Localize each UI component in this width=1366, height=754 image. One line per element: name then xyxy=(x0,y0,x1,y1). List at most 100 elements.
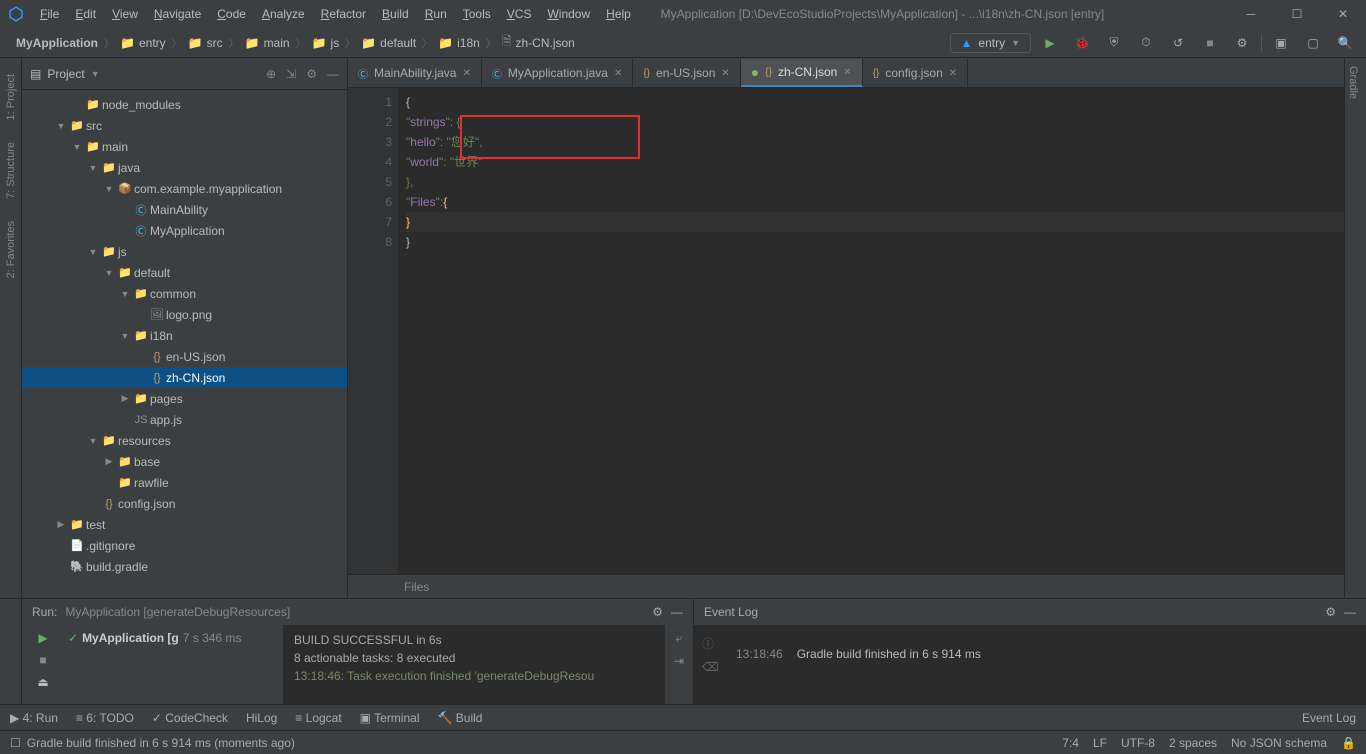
tree-node[interactable]: 🖼logo.png xyxy=(22,304,347,325)
logcat-tab[interactable]: ≡ Logcat xyxy=(295,711,341,725)
rerun-icon[interactable]: ▶ xyxy=(38,631,47,645)
side-tab-project[interactable]: 1: Project xyxy=(3,68,19,126)
profile-button[interactable]: ⏱ xyxy=(1133,31,1159,55)
soft-wrap-icon[interactable]: ⤶ xyxy=(676,631,683,646)
editor-breadcrumb[interactable]: Files xyxy=(348,574,1344,598)
tree-node[interactable]: ▶📁pages xyxy=(22,388,347,409)
event-log-tab[interactable]: Event Log xyxy=(1302,711,1356,725)
menu-file[interactable]: File xyxy=(34,5,65,23)
stop-button[interactable]: ■ xyxy=(1197,31,1223,55)
locate-icon[interactable]: ⊕ xyxy=(266,67,276,81)
hide-panel-icon[interactable]: — xyxy=(1344,605,1356,619)
terminal-tab[interactable]: ▣ Terminal xyxy=(360,711,420,725)
cursor-position[interactable]: 7:4 xyxy=(1062,736,1079,750)
stop-icon[interactable]: ■ xyxy=(39,653,46,667)
project-tree[interactable]: 📁node_modules▼📁src▼📁main▼📁java▼📦com.exam… xyxy=(22,90,347,598)
run-button[interactable]: ▶ xyxy=(1037,31,1063,55)
preview-icon[interactable]: ▢ xyxy=(1300,31,1326,55)
menu-build[interactable]: Build xyxy=(376,5,415,23)
minimize-button[interactable]: ─ xyxy=(1228,0,1274,28)
run-config-selector[interactable]: ▲ entry ▼ xyxy=(950,33,1032,53)
gear-icon[interactable]: ⚙ xyxy=(1325,605,1336,619)
tree-node[interactable]: {}en-US.json xyxy=(22,346,347,367)
scroll-icon[interactable]: ⇥ xyxy=(674,654,684,668)
tree-node[interactable]: {}zh-CN.json xyxy=(22,367,347,388)
attach-button[interactable]: ↺ xyxy=(1165,31,1191,55)
breadcrumb-item[interactable]: 📁default xyxy=(357,34,420,52)
tree-node[interactable]: {}config.json xyxy=(22,493,347,514)
tree-node[interactable]: ▼📁common xyxy=(22,283,347,304)
tree-node[interactable]: 📁node_modules xyxy=(22,94,347,115)
code-content[interactable]: { "strings": { "hello": "您好", "world": "… xyxy=(398,88,1344,574)
close-tab-icon[interactable]: ✕ xyxy=(614,68,622,79)
settings-icon[interactable]: ⚙ xyxy=(1229,31,1255,55)
close-tab-icon[interactable]: ✕ xyxy=(949,68,957,79)
hilog-tab[interactable]: HiLog xyxy=(246,711,277,725)
filter-icon[interactable]: ⏏ xyxy=(37,675,48,689)
dropdown-arrow-icon[interactable]: ▼ xyxy=(91,69,100,79)
tree-node[interactable]: ⒸMyApplication xyxy=(22,220,347,241)
line-ending[interactable]: LF xyxy=(1093,736,1107,750)
tree-node[interactable]: ▼📁main xyxy=(22,136,347,157)
close-tab-icon[interactable]: ✕ xyxy=(462,68,470,79)
menu-edit[interactable]: Edit xyxy=(69,5,102,23)
tree-node[interactable]: 📁rawfile xyxy=(22,472,347,493)
menu-view[interactable]: View xyxy=(106,5,144,23)
breadcrumb-item[interactable]: MyApplication xyxy=(8,34,102,52)
encoding[interactable]: UTF-8 xyxy=(1121,736,1155,750)
menu-refactor[interactable]: Refactor xyxy=(315,5,372,23)
hide-panel-icon[interactable]: — xyxy=(327,67,339,81)
run-output[interactable]: BUILD SUCCESSFUL in 6s 8 actionable task… xyxy=(284,625,665,704)
tree-node[interactable]: 🐘build.gradle xyxy=(22,556,347,577)
tree-node[interactable]: JSapp.js xyxy=(22,409,347,430)
tree-node[interactable]: ▼📁default xyxy=(22,262,347,283)
editor-tab[interactable]: {}en-US.json✕ xyxy=(633,59,740,87)
schema[interactable]: No JSON schema xyxy=(1231,736,1327,750)
breadcrumb-item[interactable]: 📁src xyxy=(184,34,227,52)
todo-tab[interactable]: ≡ 6: TODO xyxy=(76,711,134,725)
tree-node[interactable]: 📄.gitignore xyxy=(22,535,347,556)
search-icon[interactable]: 🔍 xyxy=(1332,31,1358,55)
editor-tab[interactable]: ●{}zh-CN.json✕ xyxy=(741,59,863,87)
run-tab[interactable]: ▶ 4: Run xyxy=(10,711,58,725)
breadcrumb-item[interactable]: 📁entry xyxy=(116,34,170,52)
menu-navigate[interactable]: Navigate xyxy=(148,5,207,23)
breadcrumb-item[interactable]: 🗎zh-CN.json xyxy=(498,30,579,55)
side-tab-favorites[interactable]: 2: Favorites xyxy=(3,215,19,284)
codecheck-tab[interactable]: ✓ CodeCheck xyxy=(152,711,228,725)
tree-node[interactable]: ▼📁js xyxy=(22,241,347,262)
tree-node[interactable]: ▼📁i18n xyxy=(22,325,347,346)
coverage-button[interactable]: ⛨ xyxy=(1101,31,1127,55)
gear-icon[interactable]: ⚙ xyxy=(306,67,317,81)
hide-panel-icon[interactable]: — xyxy=(671,605,683,619)
tree-node[interactable]: ▼📁src xyxy=(22,115,347,136)
breadcrumb-item[interactable]: 📁main xyxy=(241,34,294,52)
tree-node[interactable]: ▼📁resources xyxy=(22,430,347,451)
close-button[interactable]: ✕ xyxy=(1320,0,1366,28)
tree-node[interactable]: ▼📁java xyxy=(22,157,347,178)
close-tab-icon[interactable]: ✕ xyxy=(843,67,851,78)
gradle-tab[interactable]: Gradle xyxy=(1345,58,1361,107)
maximize-button[interactable]: ☐ xyxy=(1274,0,1320,28)
info-icon[interactable]: ⓘ xyxy=(702,635,726,652)
code-editor[interactable]: 12345678 { "strings": { "hello": "您好", "… xyxy=(348,88,1344,574)
tree-node[interactable]: ▶📁test xyxy=(22,514,347,535)
editor-tab[interactable]: {}config.json✕ xyxy=(863,59,968,87)
menu-vcs[interactable]: VCS xyxy=(501,5,538,23)
build-tab[interactable]: 🔨 Build xyxy=(438,711,483,725)
gear-icon[interactable]: ⚙ xyxy=(652,605,663,619)
debug-button[interactable]: 🐞 xyxy=(1069,31,1095,55)
breadcrumb-item[interactable]: 📁i18n xyxy=(434,34,484,52)
side-tab-structure[interactable]: 7: Structure xyxy=(3,136,19,205)
project-panel-title[interactable]: Project xyxy=(47,67,84,81)
menu-run[interactable]: Run xyxy=(419,5,453,23)
menu-tools[interactable]: Tools xyxy=(457,5,497,23)
tree-node[interactable]: ▶📁base xyxy=(22,451,347,472)
menu-code[interactable]: Code xyxy=(211,5,252,23)
run-tree[interactable]: ✓ MyApplication [g 7 s 346 ms xyxy=(64,625,284,704)
menu-analyze[interactable]: Analyze xyxy=(256,5,311,23)
close-tab-icon[interactable]: ✕ xyxy=(721,68,729,79)
breadcrumb-item[interactable]: 📁js xyxy=(308,34,344,52)
device-icon[interactable]: ▣ xyxy=(1268,31,1294,55)
menu-window[interactable]: Window xyxy=(541,5,596,23)
